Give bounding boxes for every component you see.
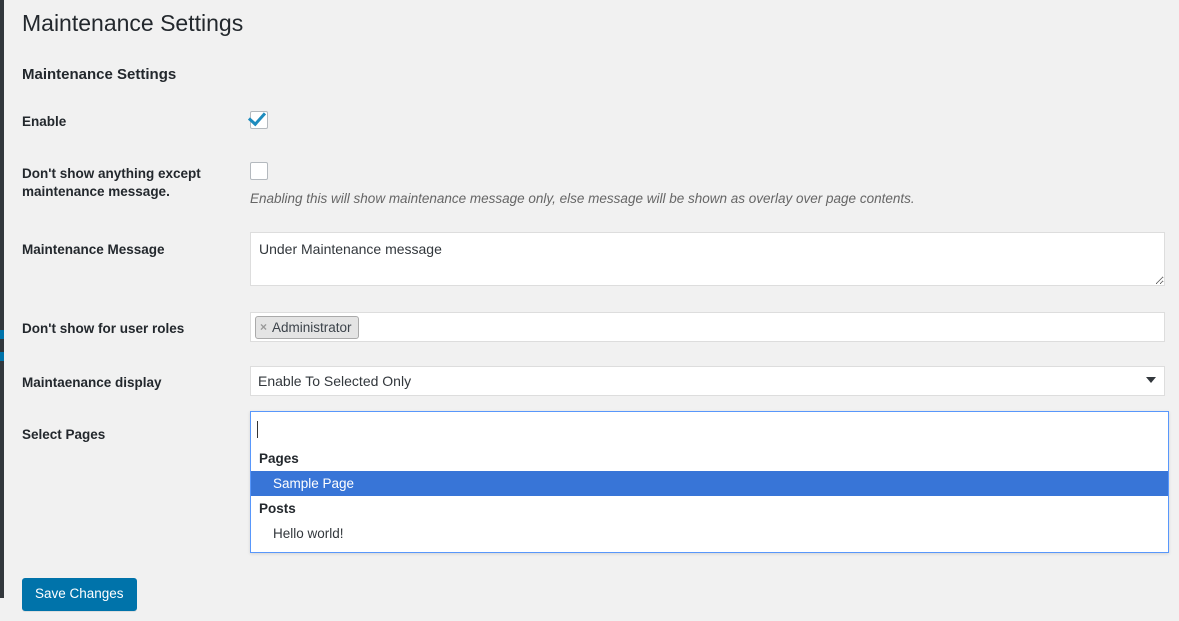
text-cursor-icon: [257, 420, 258, 438]
settings-form-table: Enable Don't show anything except mainte…: [4, 97, 1179, 568]
label-only-message: Don't show anything except maintenance m…: [22, 166, 201, 200]
display-mode-select-wrapper: Enable To Selected Only: [250, 366, 1165, 397]
cell-display-mode: Enable To Selected Only: [250, 357, 1179, 411]
submit-area: Save Changes: [4, 568, 1179, 621]
option-group-label-pages: Pages: [259, 451, 299, 467]
section-title: Maintenance Settings: [22, 66, 177, 83]
label-enable: Enable: [22, 114, 67, 129]
save-button[interactable]: Save Changes: [22, 578, 137, 611]
maintenance-message-textarea[interactable]: [250, 232, 1165, 287]
table-row-only-message: Don't show anything except maintenance m…: [4, 149, 1179, 224]
only-message-checkbox[interactable]: [250, 162, 268, 181]
display-mode-selected-value: Enable To Selected Only: [258, 373, 412, 390]
select-pages-results: Pages Sample Page Posts Hello world!: [251, 446, 1168, 552]
cell-select-pages: Pages Sample Page Posts Hello world!: [250, 411, 1179, 568]
label-maintenance-message: Maintenance Message: [22, 242, 165, 258]
remove-tag-icon[interactable]: ×: [260, 321, 267, 333]
cell-maintenance-message: [250, 224, 1179, 304]
user-roles-select-field[interactable]: × Administrator: [250, 312, 1165, 343]
user-role-tag-label: Administrator: [272, 319, 352, 335]
option-group-label-posts: Posts: [259, 501, 296, 517]
cell-user-roles: × Administrator: [250, 304, 1179, 357]
table-row-maintenance-message: Maintenance Message: [4, 224, 1179, 304]
page-title: Maintenance Settings: [22, 10, 244, 36]
option-sample-page[interactable]: Sample Page: [251, 471, 1168, 497]
display-mode-select[interactable]: Enable To Selected Only: [250, 366, 1165, 397]
option-hello-world[interactable]: Hello world!: [251, 521, 1168, 546]
select-pages-dropdown[interactable]: Pages Sample Page Posts Hello world!: [250, 411, 1169, 554]
table-row-display-mode: Maintaenance display Enable To Selected …: [4, 357, 1179, 411]
table-row-user-roles: Don't show for user roles × Administrato…: [4, 304, 1179, 357]
table-row-enable: Enable: [4, 97, 1179, 149]
label-display-mode: Maintaenance display: [22, 375, 162, 391]
table-row-select-pages: Select Pages Pages Sample Page Posts Hel…: [4, 411, 1179, 568]
select-pages-search-row[interactable]: [251, 412, 1168, 446]
cell-enable: [250, 97, 1179, 149]
cell-only-message: Enabling this will show maintenance mess…: [250, 149, 1179, 224]
label-user-roles: Don't show for user roles: [22, 321, 185, 337]
label-select-pages: Select Pages: [22, 427, 106, 443]
user-role-tag-administrator[interactable]: × Administrator: [255, 315, 359, 339]
settings-page: Maintenance Settings Maintenance Setting…: [4, 0, 1179, 611]
only-message-description: Enabling this will show maintenance mess…: [250, 191, 915, 207]
enable-checkbox[interactable]: [250, 111, 268, 129]
